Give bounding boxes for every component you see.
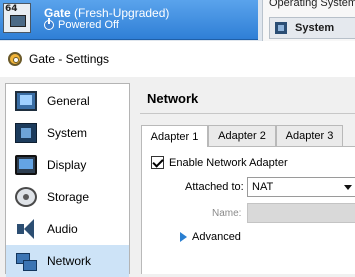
enable-adapter-checkbox[interactable]: [151, 156, 164, 169]
enable-adapter-label: Enable Network Adapter: [169, 157, 288, 169]
settings-sidebar: General System Display Storage Audio Net…: [5, 83, 130, 277]
section-header: Network: [140, 86, 355, 114]
sidebar-item-general[interactable]: General: [6, 85, 129, 117]
name-label: Name:: [212, 208, 242, 219]
sidebar-item-storage[interactable]: Storage: [6, 181, 129, 213]
tab-label: Adapter 2: [218, 130, 266, 142]
arch-badge: 64: [5, 4, 18, 14]
sidebar-item-label: Network: [47, 254, 92, 268]
sidebar-item-label: Storage: [47, 190, 90, 204]
advanced-toggle[interactable]: Advanced: [192, 231, 241, 243]
attached-to-select[interactable]: NAT: [247, 177, 355, 197]
sidebar-item-audio[interactable]: Audio: [6, 213, 129, 245]
adapter-tabbar: Adapter 1 Adapter 2 Adapter 3: [141, 125, 355, 147]
monitor-icon: [10, 15, 26, 27]
name-field: [247, 203, 355, 223]
sidebar-item-network[interactable]: Network: [6, 245, 129, 277]
tab-adapter-2[interactable]: Adapter 2: [208, 125, 276, 146]
vm-list-item-selected[interactable]: 64 Gate (Fresh-Upgraded) Powered Off: [0, 0, 258, 40]
display-icon: [15, 155, 37, 175]
sidebar-item-label: System: [47, 126, 88, 140]
audio-icon: [15, 219, 37, 239]
storage-icon: [15, 187, 37, 207]
vm-snapshot-text: (Fresh-Upgraded): [74, 6, 170, 20]
chevron-down-icon: [344, 185, 352, 190]
os-type-icon: 64: [3, 3, 31, 33]
dialog-titlebar[interactable]: Gate - Settings: [0, 41, 355, 77]
os-label: Operating System:: [269, 0, 355, 9]
vm-state: Powered Off: [44, 18, 119, 31]
page-title: Network: [147, 91, 199, 106]
power-off-icon: [44, 18, 54, 30]
sidebar-item-display[interactable]: Display: [6, 149, 129, 181]
dialog-title: Gate - Settings: [29, 52, 110, 66]
system-icon: [15, 123, 37, 143]
tab-label: Adapter 1: [150, 130, 199, 143]
sidebar-item-label: Audio: [47, 222, 78, 236]
vm-manager-strip: 64 Gate (Fresh-Upgraded) Powered Off Ope…: [0, 0, 355, 41]
chip-icon: [275, 22, 287, 34]
sidebar-item-system[interactable]: System: [6, 117, 129, 149]
expand-arrow-icon[interactable]: [180, 232, 187, 242]
details-pane: Operating System: System: [262, 0, 355, 41]
sidebar-item-label: General: [47, 94, 90, 108]
attached-to-label: Attached to:: [185, 181, 244, 193]
vm-name: Gate (Fresh-Upgraded): [44, 6, 169, 20]
sidebar-item-label: Display: [47, 158, 87, 172]
system-section-label: System: [295, 22, 335, 34]
gear-icon: [8, 52, 22, 66]
attached-to-value: NAT: [252, 181, 274, 193]
tab-adapter-1[interactable]: Adapter 1: [141, 125, 208, 147]
general-icon: [15, 91, 37, 111]
tab-label: Adapter 3: [285, 130, 334, 142]
network-icon: [15, 251, 37, 271]
vm-state-text: Powered Off: [58, 19, 119, 31]
tab-adapter-3[interactable]: Adapter 3: [276, 125, 343, 146]
system-section-header[interactable]: System: [269, 17, 355, 39]
